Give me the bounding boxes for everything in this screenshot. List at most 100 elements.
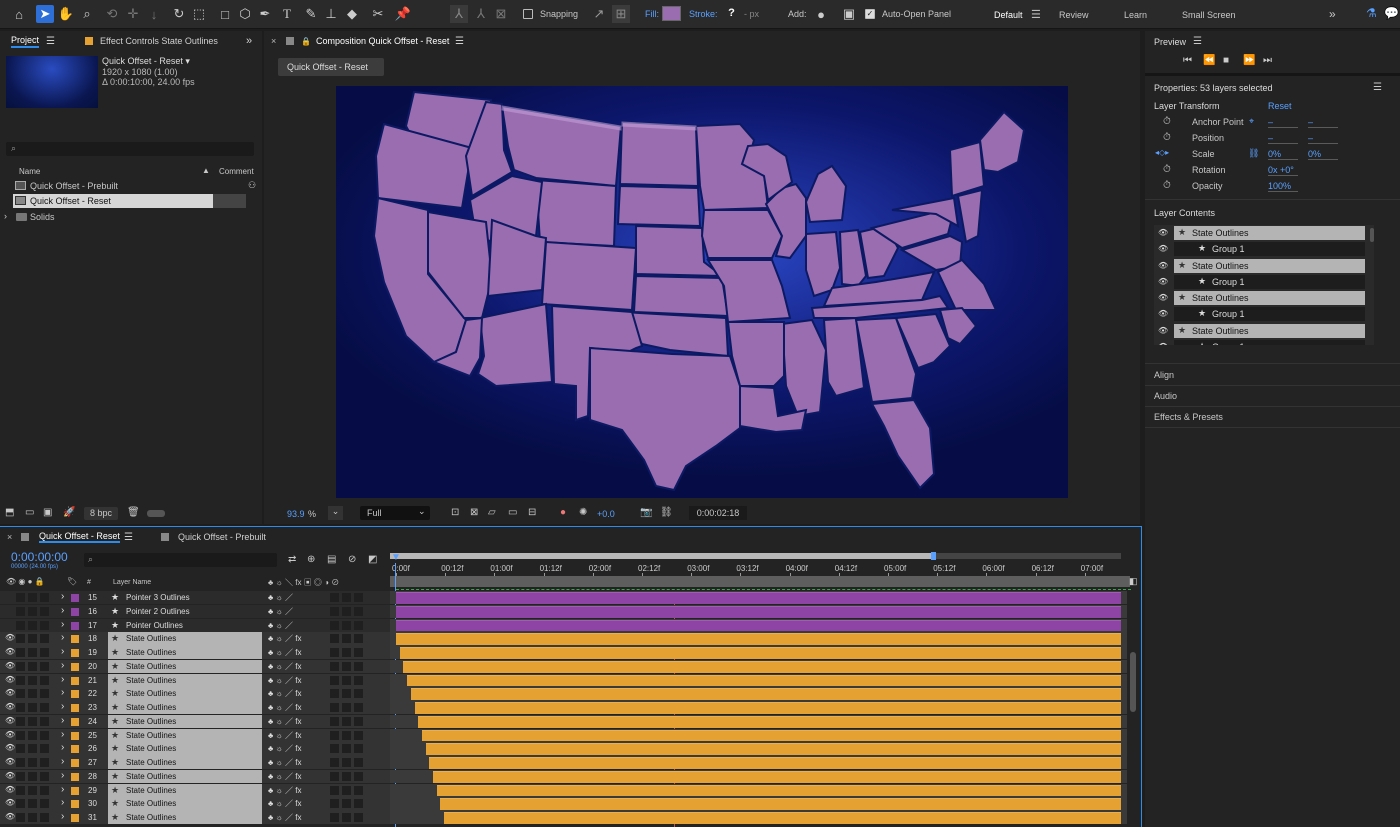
puppet-tool-icon[interactable]: 📌 — [394, 5, 412, 23]
label-color[interactable] — [71, 731, 79, 740]
layer-duration-bar[interactable] — [407, 674, 1121, 687]
switch-box[interactable] — [354, 799, 363, 809]
layer-switches[interactable]: ♣ ☼ ／ — [268, 606, 293, 617]
layer-switches[interactable]: ♣ ☼ ／ — [268, 592, 293, 603]
timeline-layer-row[interactable]: 👁 › 21 ★ State Outlines ♣ ☼ ／ fx — [0, 673, 1130, 687]
switch-box[interactable] — [16, 744, 25, 754]
switch-box[interactable] — [28, 799, 37, 809]
switch-box[interactable] — [342, 758, 351, 767]
col-comment-header[interactable]: Comment — [219, 167, 254, 176]
switch-box[interactable] — [16, 730, 25, 740]
timeline-layer-row[interactable]: 👁 › 29 ★ State Outlines ♣ ☼ ／ fx — [0, 783, 1130, 797]
switch-box[interactable] — [40, 785, 49, 795]
switch-box[interactable] — [354, 744, 363, 754]
label-color[interactable] — [71, 607, 79, 616]
switch-box[interactable] — [40, 634, 49, 644]
twirl-icon[interactable]: › — [61, 784, 64, 795]
stopwatch-icon[interactable]: ⏱ — [1163, 180, 1171, 191]
switch-box[interactable] — [28, 771, 37, 781]
switch-box[interactable] — [342, 730, 351, 740]
content-state-item[interactable]: 👁 ★ State Outlines — [1154, 225, 1374, 241]
switch-box[interactable] — [342, 593, 351, 602]
switch-box[interactable] — [16, 703, 25, 712]
switch-box[interactable] — [28, 661, 37, 671]
label-color[interactable] — [71, 786, 79, 795]
zoom-end-icon[interactable]: ◧ — [1129, 576, 1138, 587]
layer-switches[interactable]: ♣ ☼ ／ fx — [268, 675, 301, 686]
switch-box[interactable] — [28, 634, 37, 644]
timeline-search-input[interactable]: ⌕ — [84, 553, 277, 567]
layer-switches[interactable]: ♣ ☼ ／ fx — [268, 743, 301, 754]
layer-name[interactable]: State Outlines — [126, 689, 176, 698]
time-ruler[interactable]: 0:00f 00:12f 01:00f 01:12f 02:00f 02:12f 03:00… — [390, 549, 1130, 589]
rotate-tool-icon[interactable]: ↻ — [170, 5, 188, 23]
stopwatch-icon[interactable]: ⏱ — [1163, 164, 1171, 175]
switch-box[interactable] — [354, 771, 363, 781]
switch-box[interactable] — [40, 744, 49, 754]
twirl-icon[interactable]: › — [61, 605, 64, 616]
project-item[interactable]: Quick Offset - Prebuilt ⚇ — [0, 179, 262, 193]
prop-value-x[interactable]: – — [1268, 117, 1298, 128]
layer-switches[interactable]: ♣ ☼ ／ fx — [268, 785, 301, 796]
twirl-icon[interactable]: › — [61, 742, 64, 753]
audio-section[interactable]: Audio — [1154, 391, 1177, 401]
switch-box[interactable] — [342, 648, 351, 657]
bpc-button[interactable]: 8 bpc — [84, 507, 118, 520]
twirl-icon[interactable]: › — [61, 811, 64, 822]
twirl-icon[interactable]: › — [61, 674, 64, 685]
beaker-icon[interactable]: ⚗ — [1366, 6, 1377, 20]
zoom-value[interactable]: 93.9 — [287, 509, 305, 519]
contents-scrollbar[interactable] — [1370, 228, 1374, 242]
eye-icon[interactable]: 👁 — [1158, 326, 1168, 335]
prop-value[interactable]: 100% — [1268, 181, 1298, 192]
layer-name[interactable]: State Outlines — [126, 676, 176, 685]
switch-box[interactable] — [330, 799, 339, 809]
switch-box[interactable] — [354, 675, 363, 685]
visibility-eye-icon[interactable]: 👁 — [5, 743, 15, 752]
prev-frame-icon[interactable]: ⏪ — [1203, 55, 1215, 66]
graph-editor-icon[interactable]: ◩ — [368, 554, 377, 565]
pen-tool-icon[interactable]: ✒ — [256, 5, 274, 23]
label-color[interactable] — [71, 594, 79, 602]
switch-box[interactable] — [342, 703, 351, 712]
snap-edges-icon[interactable]: ↗ — [590, 5, 608, 23]
new-comp-icon[interactable]: ▣ — [43, 507, 52, 518]
next-frame-icon[interactable]: ⏩ — [1243, 55, 1255, 66]
switch-box[interactable] — [330, 785, 339, 795]
layer-name[interactable]: State Outlines — [126, 717, 176, 726]
label-icon[interactable]: 🏷 — [67, 577, 77, 586]
layer-switches[interactable]: ♣ ☼ ／ fx — [268, 647, 301, 658]
eraser-tool-icon[interactable]: ◆ — [343, 5, 361, 23]
switch-box[interactable] — [330, 620, 339, 630]
switch-box[interactable] — [40, 730, 49, 740]
content-group-item[interactable]: 👁 ★ Group 1 — [1154, 241, 1374, 257]
switch-box[interactable] — [342, 785, 351, 795]
current-time-display[interactable]: 0:00:02:18 — [689, 506, 747, 520]
work-area-bar[interactable] — [390, 552, 1121, 560]
switch-box[interactable] — [40, 799, 49, 809]
layer-switches[interactable]: ♣ ☼ ／ fx — [268, 716, 301, 727]
twirl-icon[interactable]: › — [61, 646, 64, 657]
exposure-value[interactable]: +0.0 — [597, 509, 615, 519]
channel-icon[interactable]: ● — [560, 507, 566, 518]
label-color[interactable] — [71, 690, 79, 699]
label-color[interactable] — [71, 621, 79, 630]
fill-swatch[interactable] — [662, 6, 681, 21]
layer-duration-bar[interactable] — [396, 619, 1121, 632]
timeline-layer-row[interactable]: › 17 ★ Pointer Outlines ♣ ☼ ／ — [0, 618, 1130, 632]
layer-duration-bar[interactable] — [429, 757, 1121, 769]
switch-box[interactable] — [342, 675, 351, 685]
visibility-eye-icon[interactable]: 👁 — [5, 771, 15, 780]
switch-box[interactable] — [354, 606, 363, 616]
selection-tool-icon[interactable]: ➤ — [36, 5, 54, 23]
3d-view-icon[interactable]: ⊟ — [528, 507, 536, 518]
layer-name[interactable]: State Outlines — [126, 703, 176, 712]
switch-box[interactable] — [342, 620, 351, 630]
type-tool-icon[interactable]: T — [278, 5, 296, 23]
switch-box[interactable] — [28, 675, 37, 685]
layer-duration-bar[interactable] — [396, 592, 1121, 604]
timeline-menu-icon[interactable]: ☰ — [124, 532, 133, 543]
switch-box[interactable] — [16, 799, 25, 809]
comp-mini-flowchart-icon[interactable]: ⇄ — [288, 554, 296, 565]
last-frame-icon[interactable]: ⏭ — [1263, 55, 1272, 66]
